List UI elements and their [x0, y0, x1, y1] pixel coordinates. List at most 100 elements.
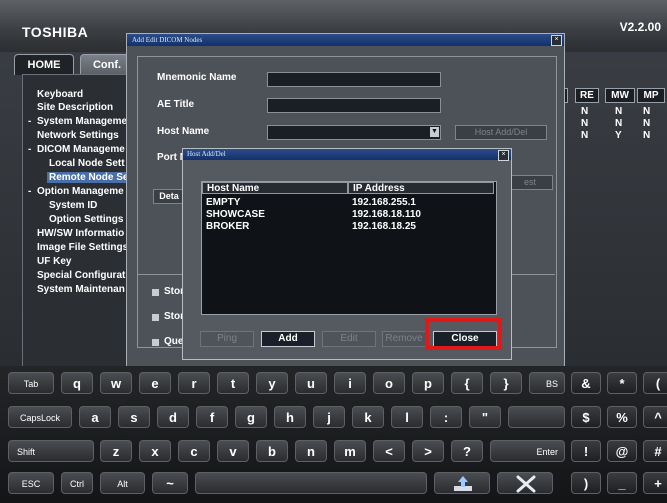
column-header-ip-address[interactable]: IP Address: [348, 182, 494, 194]
tree-item-remote-node-settings[interactable]: Remote Node Se: [47, 172, 136, 183]
host-name-cell[interactable]: SHOWCASE: [206, 209, 265, 220]
tree-item-site-description[interactable]: Site Description: [37, 102, 134, 113]
host-name-select[interactable]: ▼: [267, 125, 441, 140]
key-quote[interactable]: ": [469, 406, 501, 428]
close-icon[interactable]: ×: [498, 150, 509, 161]
key-e[interactable]: e: [139, 372, 171, 394]
key-caret[interactable]: ^: [643, 406, 667, 428]
key-p[interactable]: p: [412, 372, 444, 394]
checkbox[interactable]: [152, 289, 159, 296]
checkbox[interactable]: [152, 314, 159, 321]
tree-item-dicom-management[interactable]: DICOM Manageme: [37, 144, 134, 155]
ip-address-cell[interactable]: 192.168.18.110: [352, 209, 421, 220]
key-ctrl[interactable]: Ctrl: [61, 472, 93, 494]
expander-icon[interactable]: -: [28, 116, 32, 127]
tree-item-keyboard[interactable]: Keyboard: [37, 89, 134, 100]
key-ampersand[interactable]: &: [571, 372, 601, 394]
key-shift[interactable]: Shift: [8, 440, 94, 462]
tree-item-system-id[interactable]: System ID: [49, 200, 134, 211]
host-name-cell[interactable]: BROKER: [206, 221, 249, 232]
key-c[interactable]: c: [178, 440, 210, 462]
tab-home[interactable]: HOME: [14, 54, 74, 75]
key-q[interactable]: q: [61, 372, 93, 394]
key-enter[interactable]: Enter: [490, 440, 565, 462]
key-esc[interactable]: ESC: [8, 472, 54, 494]
key-dollar[interactable]: $: [571, 406, 601, 428]
ae-title-field[interactable]: [267, 98, 441, 113]
key-open-paren[interactable]: (: [643, 372, 667, 394]
key-u[interactable]: u: [295, 372, 327, 394]
key-l[interactable]: l: [391, 406, 423, 428]
key-close-keyboard[interactable]: [497, 472, 553, 494]
key-a[interactable]: a: [79, 406, 111, 428]
key-colon[interactable]: :: [430, 406, 462, 428]
key-o[interactable]: o: [373, 372, 405, 394]
key-question[interactable]: ?: [451, 440, 483, 462]
key-y[interactable]: y: [256, 372, 288, 394]
key-close-brace[interactable]: }: [490, 372, 522, 394]
key-n[interactable]: n: [295, 440, 327, 462]
key-alt[interactable]: Alt: [100, 472, 145, 494]
key-percent[interactable]: %: [607, 406, 637, 428]
ip-address-cell[interactable]: 192.168.18.25: [352, 221, 416, 232]
key-t[interactable]: t: [217, 372, 249, 394]
tree-item-image-file-settings[interactable]: Image File Settings: [37, 242, 134, 253]
key-i[interactable]: i: [334, 372, 366, 394]
tree-item-special-configuration[interactable]: Special Configurat: [37, 270, 134, 281]
ping-button[interactable]: Ping: [200, 331, 254, 347]
key-close-paren[interactable]: ): [571, 472, 601, 494]
key-less-than[interactable]: <: [373, 440, 405, 462]
key-m[interactable]: m: [334, 440, 366, 462]
key-greater-than[interactable]: >: [412, 440, 444, 462]
tree-item-system-management[interactable]: System Manageme: [37, 116, 134, 127]
key-r[interactable]: r: [178, 372, 210, 394]
key-space[interactable]: [195, 472, 427, 494]
test-button[interactable]: est: [507, 175, 553, 190]
key-open-brace[interactable]: {: [451, 372, 483, 394]
mnemonic-name-field[interactable]: [267, 72, 441, 87]
key-z[interactable]: z: [100, 440, 132, 462]
collapse-icon[interactable]: -: [28, 144, 32, 155]
key-j[interactable]: j: [313, 406, 345, 428]
tree-item-option-management[interactable]: Option Manageme: [37, 186, 134, 197]
add-button[interactable]: Add: [261, 331, 315, 347]
checkbox[interactable]: [152, 339, 159, 346]
key-s[interactable]: s: [118, 406, 150, 428]
tree-item-hw-sw-information[interactable]: HW/SW Informatio: [37, 228, 134, 239]
key-w[interactable]: w: [100, 372, 132, 394]
tree-item-system-maintenance[interactable]: System Maintenan: [37, 284, 134, 295]
key-blank[interactable]: [508, 406, 565, 428]
host-name-cell[interactable]: EMPTY: [206, 197, 240, 208]
tree-item-option-settings[interactable]: Option Settings: [49, 214, 134, 225]
collapse-icon[interactable]: -: [28, 186, 32, 197]
host-add-del-button[interactable]: Host Add/Del: [455, 125, 547, 140]
key-asterisk[interactable]: *: [607, 372, 637, 394]
key-backspace[interactable]: BS: [529, 372, 565, 394]
key-tab[interactable]: Tab: [8, 372, 54, 394]
key-at[interactable]: @: [607, 440, 637, 462]
key-v[interactable]: v: [217, 440, 249, 462]
column-header-host-name[interactable]: Host Name: [202, 182, 348, 194]
key-tilde[interactable]: ~: [152, 472, 188, 494]
key-k[interactable]: k: [352, 406, 384, 428]
key-g[interactable]: g: [235, 406, 267, 428]
key-h[interactable]: h: [274, 406, 306, 428]
key-b[interactable]: b: [256, 440, 288, 462]
tree-item-local-node-settings[interactable]: Local Node Sett: [49, 158, 134, 169]
key-d[interactable]: d: [157, 406, 189, 428]
key-hash[interactable]: #: [643, 440, 667, 462]
ip-address-cell[interactable]: 192.168.255.1: [352, 197, 416, 208]
tree-item-uf-key[interactable]: UF Key: [37, 256, 134, 267]
key-exclamation[interactable]: !: [571, 440, 601, 462]
key-upload[interactable]: [434, 472, 490, 494]
chevron-down-icon[interactable]: ▼: [430, 127, 439, 137]
tree-item-network-settings[interactable]: Network Settings: [37, 130, 134, 141]
key-underscore[interactable]: _: [607, 472, 637, 494]
key-capslock[interactable]: CapsLock: [8, 406, 72, 428]
key-f[interactable]: f: [196, 406, 228, 428]
detail-button[interactable]: Deta: [153, 189, 185, 204]
edit-button[interactable]: Edit: [322, 331, 376, 347]
close-icon[interactable]: ×: [551, 35, 562, 46]
remove-button[interactable]: Remove: [382, 331, 426, 347]
key-x[interactable]: x: [139, 440, 171, 462]
